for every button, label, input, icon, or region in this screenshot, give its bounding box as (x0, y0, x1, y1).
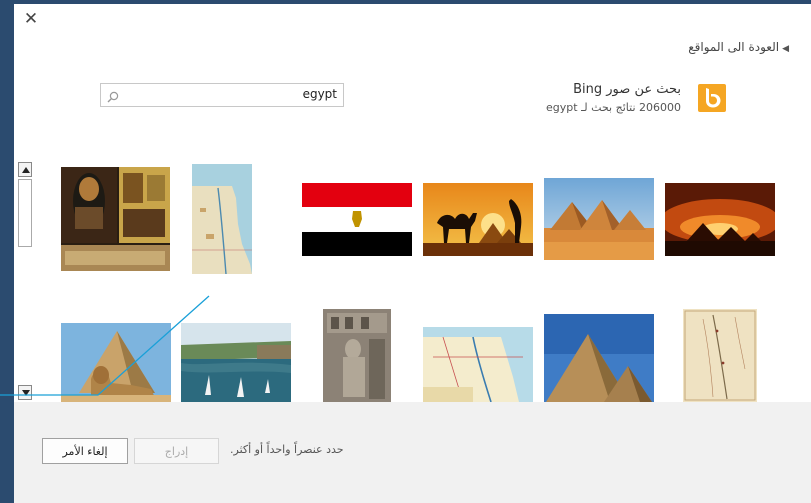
image-temple-relief[interactable] (323, 309, 391, 402)
vertical-scrollbar[interactable] (18, 162, 32, 400)
search-box[interactable] (100, 83, 344, 107)
status-text: حدد عنصراً واحداً أو أكثر. (230, 443, 344, 456)
search-input[interactable] (123, 85, 337, 103)
image-pyramids-desert[interactable] (544, 178, 654, 260)
caret-left-icon: ◀ (782, 44, 789, 54)
insert-picture-dialog: ✕ ◀العودة الى المواقع بحث عن صور Bing 20… (14, 4, 811, 503)
bing-logo (698, 84, 726, 112)
cancel-button[interactable]: إلغاء الأمر (42, 438, 128, 464)
search-icon[interactable] (107, 88, 119, 107)
insert-button[interactable]: إدراج (134, 438, 219, 464)
dialog-footer: إلغاء الأمر إدراج حدد عنصراً واحداً أو أ… (14, 402, 811, 503)
close-icon[interactable]: ✕ (22, 10, 40, 28)
image-old-map-egypt[interactable] (683, 309, 757, 402)
result-count: 206000 نتائج بحث لـ egypt (546, 101, 681, 114)
image-egypt-road-map[interactable] (423, 327, 533, 402)
scroll-thumb[interactable] (18, 179, 32, 247)
image-pyramids-giza[interactable] (544, 314, 654, 402)
scroll-up-button[interactable] (18, 162, 32, 177)
image-egypt-map[interactable] (192, 164, 252, 274)
image-nile-aswan[interactable] (181, 323, 291, 402)
back-to-sites-link[interactable]: ◀العودة الى المواقع (688, 40, 789, 54)
source-title: بحث عن صور Bing (573, 82, 681, 97)
back-link-label: العودة الى المواقع (688, 40, 780, 54)
image-camel-sunset[interactable] (423, 183, 533, 256)
image-sphinx[interactable] (61, 323, 171, 402)
scroll-down-button[interactable] (18, 385, 32, 400)
image-pyramids-sunset[interactable] (665, 183, 775, 256)
image-egyptian-artifacts[interactable] (61, 167, 170, 271)
image-egypt-flag[interactable] (302, 183, 412, 256)
